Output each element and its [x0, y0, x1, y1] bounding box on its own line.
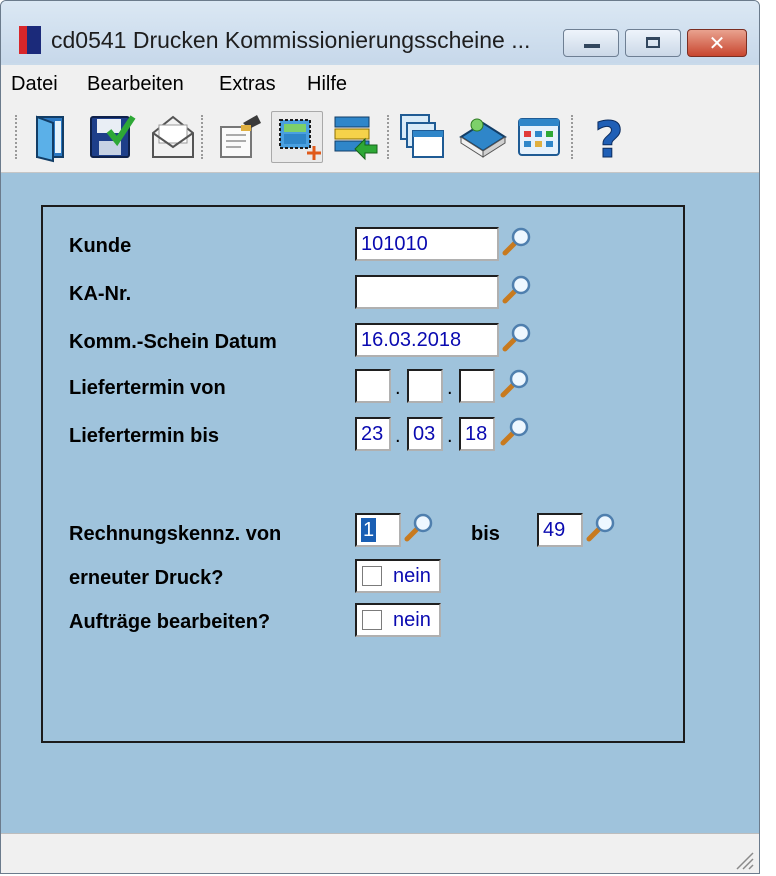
erneuter-druck-field[interactable]: nein: [355, 559, 441, 593]
liefertermin-bis-month[interactable]: 03: [407, 417, 443, 451]
komm-datum-search-button[interactable]: [501, 321, 533, 353]
toolbar-separator: [387, 115, 393, 159]
form-area: Kunde 101010 KA-Nr. Komm.-Schein Datum 1…: [1, 173, 759, 833]
rechnungskennz-von-search-button[interactable]: [403, 511, 435, 543]
windows-icon: [400, 114, 444, 158]
save-button[interactable]: [85, 111, 137, 163]
maximize-icon: [646, 37, 660, 48]
help-button[interactable]: ?: [583, 111, 635, 170]
date-separator: .: [447, 377, 453, 399]
exit-icon: [36, 115, 64, 163]
komm-datum-label: Komm.-Schein Datum: [69, 331, 277, 353]
menu-hilfe[interactable]: Hilfe: [307, 73, 347, 96]
auftraege-bearbeiten-field[interactable]: nein: [355, 603, 441, 637]
ka-nr-input[interactable]: [355, 275, 499, 309]
rechnungskennz-von-label: Rechnungskennz. von: [69, 523, 282, 545]
menu-bar: Datei Bearbeiten Extras Hilfe: [1, 65, 759, 101]
magnifier-icon: [404, 513, 433, 542]
svg-text:?: ?: [594, 111, 623, 163]
print-icon: [220, 115, 261, 158]
auftraege-bearbeiten-value: nein: [393, 609, 431, 631]
magnifier-icon: [502, 227, 531, 256]
date-separator: .: [395, 377, 401, 399]
book-button[interactable]: [457, 111, 509, 163]
menu-bearbeiten[interactable]: Bearbeiten: [87, 73, 184, 96]
mail-icon: [152, 115, 194, 158]
date-separator: .: [447, 425, 453, 447]
title-bar[interactable]: cd0541 Drucken Kommissionierungsscheine …: [1, 1, 759, 63]
date-separator: .: [395, 425, 401, 447]
erneuter-druck-value: nein: [393, 565, 431, 587]
erneuter-druck-label: erneuter Druck?: [69, 567, 224, 589]
close-icon: ✕: [708, 31, 726, 55]
help-icon: ?: [594, 111, 624, 170]
liefertermin-bis-year[interactable]: 18: [459, 417, 495, 451]
liefertermin-bis-day[interactable]: 23: [355, 417, 391, 451]
book-icon: [459, 118, 507, 158]
rechnungskennz-von-value: 1: [361, 518, 377, 542]
minimize-button[interactable]: [563, 29, 619, 57]
toolbar-separator: [571, 115, 577, 159]
magnifier-icon: [502, 275, 531, 304]
liefertermin-von-year[interactable]: [459, 369, 495, 403]
liefertermin-von-label: Liefertermin von: [69, 377, 226, 399]
application-window: cd0541 Drucken Kommissionierungsscheine …: [0, 0, 760, 874]
erneuter-druck-checkbox[interactable]: [362, 566, 382, 586]
rechnungskennz-bis-label: bis: [471, 523, 500, 545]
form-panel: Kunde 101010 KA-Nr. Komm.-Schein Datum 1…: [41, 205, 685, 743]
maximize-button[interactable]: [625, 29, 681, 57]
grid-icon: [518, 118, 560, 156]
liefertermin-bis-search-button[interactable]: [499, 415, 531, 447]
toolbar-grip[interactable]: [15, 115, 21, 159]
rechnungskennz-von-input[interactable]: 1: [355, 513, 401, 547]
magnifier-icon: [500, 369, 529, 398]
ka-nr-search-button[interactable]: [501, 273, 533, 305]
liefertermin-von-day[interactable]: [355, 369, 391, 403]
print-button[interactable]: [213, 111, 265, 163]
mail-button[interactable]: [147, 111, 199, 163]
close-button[interactable]: ✕: [687, 29, 747, 57]
kunde-label: Kunde: [69, 235, 132, 257]
grid-button[interactable]: [513, 111, 565, 163]
minimize-icon: [584, 44, 600, 48]
magnifier-icon: [586, 513, 615, 542]
resize-grip-icon[interactable]: [731, 847, 755, 871]
menu-datei[interactable]: Datei: [11, 73, 58, 96]
liefertermin-von-search-button[interactable]: [499, 367, 531, 399]
status-bar: [1, 833, 759, 873]
exit-button[interactable]: [25, 111, 77, 163]
magnifier-icon: [500, 417, 529, 446]
auftraege-bearbeiten-checkbox[interactable]: [362, 610, 382, 630]
rechnungskennz-bis-search-button[interactable]: [585, 511, 617, 543]
windows-button[interactable]: [397, 111, 449, 163]
transfer-icon: [334, 116, 378, 161]
toolbar: ?: [1, 101, 759, 173]
kunde-search-button[interactable]: [501, 225, 533, 257]
komm-datum-input[interactable]: 16.03.2018: [355, 323, 499, 357]
save-icon: [90, 115, 136, 158]
rechnungskennz-bis-input[interactable]: 49: [537, 513, 583, 547]
kunde-input[interactable]: 101010: [355, 227, 499, 261]
menu-extras[interactable]: Extras: [219, 73, 276, 96]
new-record-button[interactable]: [271, 111, 323, 163]
auftraege-bearbeiten-label: Aufträge bearbeiten?: [69, 611, 271, 633]
magnifier-icon: [502, 323, 531, 352]
liefertermin-bis-label: Liefertermin bis: [69, 425, 220, 447]
toolbar-separator: [201, 115, 207, 159]
liefertermin-von-month[interactable]: [407, 369, 443, 403]
window-title: cd0541 Drucken Kommissionierungsscheine …: [51, 27, 531, 53]
transfer-button[interactable]: [329, 111, 381, 163]
new-record-icon: [279, 119, 321, 160]
app-icon[interactable]: [19, 26, 41, 54]
ka-nr-label: KA-Nr.: [69, 283, 132, 305]
